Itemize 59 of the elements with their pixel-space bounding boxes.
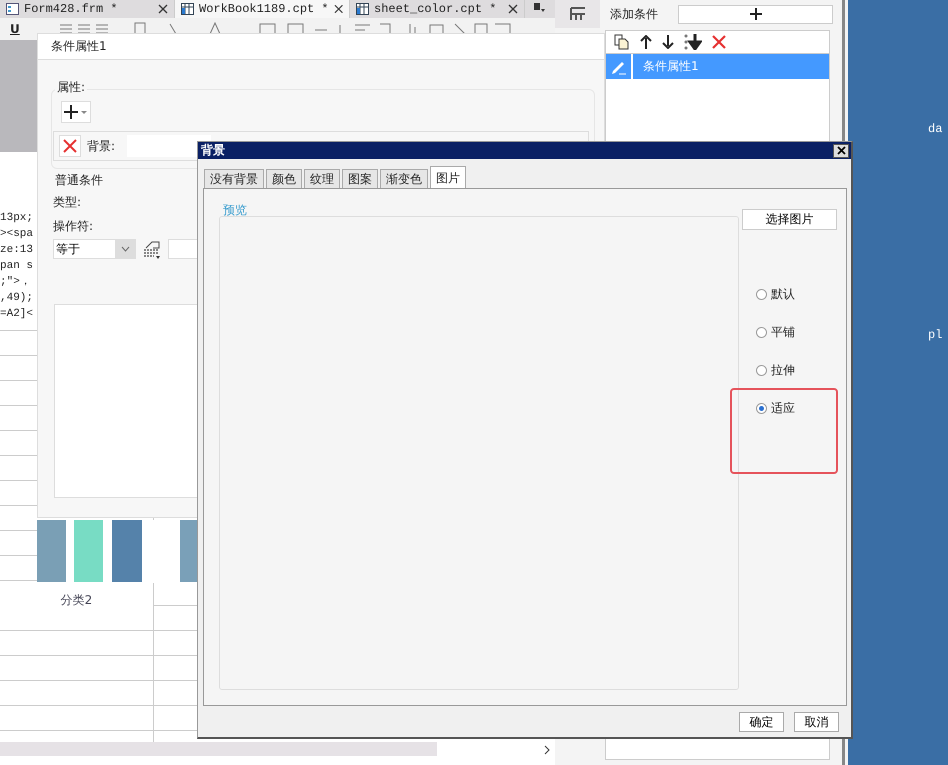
form-icon: [6, 3, 19, 15]
group-label: 预览: [223, 202, 247, 219]
tab[interactable]: 没有背景: [204, 169, 264, 189]
close-icon[interactable]: [158, 4, 168, 14]
section-label: 普通条件: [55, 172, 103, 189]
grid-icon: [181, 3, 194, 15]
table-layout-icon[interactable]: [570, 6, 586, 22]
code-line: pan s: [0, 259, 34, 274]
horizontal-scrollbar[interactable]: [0, 742, 437, 756]
field-label: 类型:: [53, 194, 82, 211]
desktop-icon-label[interactable]: pl: [928, 328, 942, 342]
editor-tab[interactable]: WorkBook1189.cpt *: [175, 0, 350, 18]
add-condition-label: 添加条件: [610, 6, 658, 22]
tab[interactable]: 颜色: [266, 169, 302, 189]
dialog-title: 条件属性1: [51, 38, 107, 55]
tab[interactable]: 图案: [342, 169, 378, 189]
code-line: =A2]<: [0, 307, 34, 322]
tab[interactable]: 渐变色: [380, 169, 428, 189]
close-icon[interactable]: [508, 4, 518, 14]
operator-dropdown[interactable]: 等于: [53, 239, 136, 259]
close-icon: [836, 146, 846, 155]
radio-option[interactable]: 默认: [756, 285, 795, 304]
dialog-title: 背景: [201, 142, 225, 159]
code-line: ze:13: [0, 243, 34, 258]
choose-image-button[interactable]: 选择图片: [742, 209, 837, 230]
dialog-button[interactable]: 确定: [739, 712, 784, 732]
code-line: ;">，: [0, 275, 32, 290]
background-field[interactable]: [127, 135, 212, 157]
code-line: ,49);: [0, 291, 34, 306]
delete-icon[interactable]: [712, 35, 726, 49]
plus-icon: [750, 8, 762, 20]
code-line: ><spa: [0, 227, 34, 242]
chevron-down-icon: [120, 246, 130, 252]
field-label: 操作符:: [53, 218, 94, 235]
category-label: 分类2: [60, 592, 92, 608]
close-button[interactable]: [833, 144, 849, 158]
chevron-right-icon[interactable]: [543, 745, 551, 755]
remove-button[interactable]: [59, 135, 81, 157]
tab[interactable]: 图片: [430, 166, 466, 189]
grid-icon: [356, 3, 369, 15]
radio-option[interactable]: 适应: [756, 399, 795, 418]
dialog-button[interactable]: 取消: [794, 712, 839, 732]
radio-option[interactable]: 平铺: [756, 323, 795, 342]
text-format-icon[interactable]: [142, 239, 162, 259]
tab[interactable]: 纹理: [304, 169, 340, 189]
radio-option[interactable]: 拉伸: [756, 361, 795, 380]
field-label: 背景:: [87, 138, 116, 154]
close-icon[interactable]: [334, 4, 343, 14]
delete-icon: [63, 139, 77, 153]
group-label: 属性:: [55, 79, 88, 96]
move-to-bottom-icon[interactable]: [684, 34, 702, 50]
copy-icon[interactable]: [614, 34, 630, 50]
arrow-down-icon[interactable]: [662, 35, 674, 49]
code-line: 13px;: [0, 211, 34, 226]
desktop-icon-label[interactable]: da: [928, 122, 942, 136]
underline-button[interactable]: U: [10, 22, 20, 36]
arrow-up-icon[interactable]: [640, 35, 652, 49]
plus-dropdown-icon: [64, 105, 88, 119]
add-property-button[interactable]: [61, 101, 91, 123]
